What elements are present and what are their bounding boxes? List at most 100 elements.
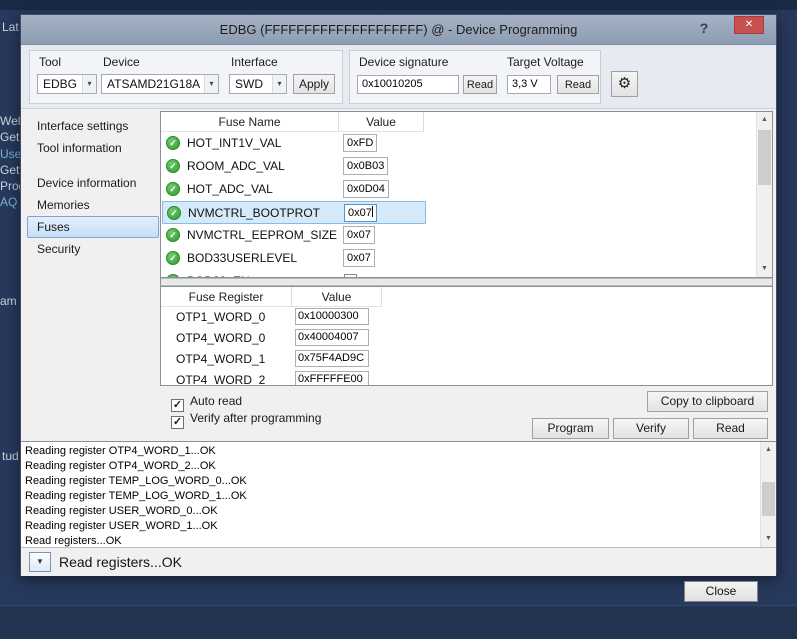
fuse-value-input[interactable]: 0xFD [343,134,377,152]
sidebar-item-tool-information[interactable]: Tool information [27,137,159,159]
device-select[interactable]: ATSAMD21G18A ▾ [101,74,219,94]
log-lines: Reading register OTP4_WORD_1...OK Readin… [25,444,247,549]
scroll-down-icon[interactable]: ▼ [757,261,772,277]
background-text-fragment: Wel [0,114,20,128]
screen: Lat Wel Get User Gett Prog AQ am tud EDB… [0,0,797,639]
fuse-row-partial[interactable]: ✓ BOD33_EN [162,270,426,278]
program-button[interactable]: Program [532,418,609,439]
window-title: EDBG (FFFFFFFFFFFFFFFFFFFF) @ - Device P… [21,22,776,37]
fuse-name: HOT_ADC_VAL [187,182,273,196]
fuse-value-input[interactable]: 0x0B03 [343,157,388,175]
target-voltage-field[interactable]: 3,3 V [507,75,551,94]
read-voltage-button[interactable]: Read [557,75,599,94]
close-button[interactable]: Close [684,581,758,602]
fuse-name: ROOM_ADC_VAL [187,159,285,173]
fuse-row[interactable]: ✓ HOT_ADC_VAL 0x0D04 [162,178,426,201]
fuse-row[interactable]: ✓ BOD33USERLEVEL 0x07 [162,247,426,270]
titlebar[interactable]: EDBG (FFFFFFFFFFFFFFFFFFFF) @ - Device P… [21,15,776,45]
background-text-fragment: Lat [2,20,19,34]
target-voltage-label: Target Voltage [507,55,584,69]
fuse-name: NVMCTRL_BOOTPROT [188,206,320,220]
device-signature-label: Device signature [359,55,448,69]
register-value-input[interactable]: 0xFFFFFE00 [295,371,369,386]
background-bottom-strip [0,605,797,639]
status-bar: ▼ Read registers...OK [21,548,776,576]
fuse-table: Fuse Name Value ✓ HOT_INT1V_VAL 0xFD ✓ R… [160,111,773,278]
status-expander-button[interactable]: ▼ [29,552,51,572]
register-row[interactable]: OTP4_WORD_2 0xFFFFFE00 [162,370,402,386]
scroll-down-icon[interactable]: ▼ [761,531,776,547]
window-close-button[interactable]: ✕ [734,16,764,34]
fuse-name-column-header[interactable]: Fuse Name [161,112,339,132]
log-console[interactable]: Reading register OTP4_WORD_1...OK Readin… [21,441,776,548]
sidebar-item-interface-settings[interactable]: Interface settings [27,115,159,137]
register-name: OTP4_WORD_2 [176,373,265,386]
sidebar-item-security[interactable]: Security [27,238,159,260]
register-row[interactable]: OTP4_WORD_1 0x75F4AD9C [162,349,402,370]
sidebar-item-fuses[interactable]: Fuses [27,216,159,238]
fuse-value-text: 0x07 [348,207,372,219]
tool-select[interactable]: EDBG ▾ [37,74,97,94]
register-value-input[interactable]: 0x75F4AD9C [295,350,369,367]
verify-button[interactable]: Verify [613,418,689,439]
register-rows: OTP1_WORD_0 0x10000300 OTP4_WORD_0 0x400… [162,307,402,386]
log-line: Reading register USER_WORD_1...OK [25,519,247,534]
fuse-value-input[interactable]: 0x07 [343,249,375,267]
interface-select[interactable]: SWD ▾ [229,74,287,94]
register-value-input[interactable]: 0x40004007 [295,329,369,346]
fuse-row[interactable]: ✓ HOT_INT1V_VAL 0xFD [162,132,426,155]
tool-select-value: EDBG [43,77,77,91]
fuse-row[interactable]: ✓ NVMCTRL_EEPROM_SIZE 0x07 [162,224,426,247]
scroll-up-icon[interactable]: ▲ [757,112,772,128]
register-row[interactable]: OTP4_WORD_0 0x40004007 [162,328,402,349]
verify-after-programming-checkbox-row[interactable]: ✓ Verify after programming [171,411,321,427]
checkbox-checked-icon[interactable]: ✓ [171,416,184,429]
settings-button[interactable]: ⚙ [611,71,638,97]
sidebar: Interface settings Tool information Devi… [27,115,159,260]
fuse-table-scrollbar[interactable]: ▲ ▼ [756,112,772,277]
register-row[interactable]: OTP1_WORD_0 0x10000300 [162,307,402,328]
log-line: Reading register USER_WORD_0...OK [25,504,247,519]
auto-read-label: Auto read [190,394,242,408]
log-line: Reading register TEMP_LOG_WORD_1...OK [25,489,247,504]
interface-label: Interface [231,55,278,69]
register-value-input[interactable]: 0x10000300 [295,308,369,325]
fuse-value-input[interactable]: 0x07 [343,226,375,244]
pane-splitter[interactable] [160,278,773,286]
scrollbar-thumb[interactable] [762,482,775,516]
verify-after-programming-label: Verify after programming [190,411,321,425]
help-icon[interactable]: ? [694,20,714,39]
fuse-name: NVMCTRL_EEPROM_SIZE [187,228,337,242]
fuse-ok-icon: ✓ [166,182,180,196]
sidebar-item-device-information[interactable]: Device information [27,172,159,194]
device-signature-field[interactable]: 0x10010205 [357,75,459,94]
register-value-column-header[interactable]: Value [292,287,382,307]
read-signature-button[interactable]: Read [463,75,497,94]
read-button[interactable]: Read [693,418,768,439]
fuse-ok-icon: ✓ [167,206,181,220]
register-name: OTP4_WORD_1 [176,352,265,366]
fuse-value-column-header[interactable]: Value [339,112,424,132]
register-name: OTP4_WORD_0 [176,331,265,345]
scrollbar-thumb[interactable] [758,130,771,185]
fuse-row[interactable]: ✓ ROOM_ADC_VAL 0x0B03 [162,155,426,178]
auto-read-checkbox-row[interactable]: ✓Auto read [171,394,242,410]
copy-to-clipboard-button[interactable]: Copy to clipboard [647,391,768,412]
device-select-value: ATSAMD21G18A [107,77,200,91]
log-line: Read registers...OK [25,534,247,549]
sidebar-item-memories[interactable]: Memories [27,194,159,216]
fuse-value-input[interactable]: 0x07 [344,204,377,222]
log-line: Reading register OTP4_WORD_2...OK [25,459,247,474]
scroll-up-icon[interactable]: ▲ [761,442,776,458]
fuse-row-selected[interactable]: ✓ NVMCTRL_BOOTPROT 0x07 [162,201,426,224]
log-scrollbar[interactable]: ▲ ▼ [760,442,776,547]
fuse-value-input[interactable]: 0x0D04 [343,180,389,198]
chevron-down-icon: ▾ [204,75,218,93]
fuse-ok-icon: ✓ [166,251,180,265]
background-text-fragment: tud [2,449,19,463]
register-name-column-header[interactable]: Fuse Register [161,287,292,307]
apply-button[interactable]: Apply [293,74,335,94]
chevron-down-icon: ▾ [82,75,96,93]
fuse-ok-icon: ✓ [166,228,180,242]
log-line: Reading register TEMP_LOG_WORD_0...OK [25,474,247,489]
